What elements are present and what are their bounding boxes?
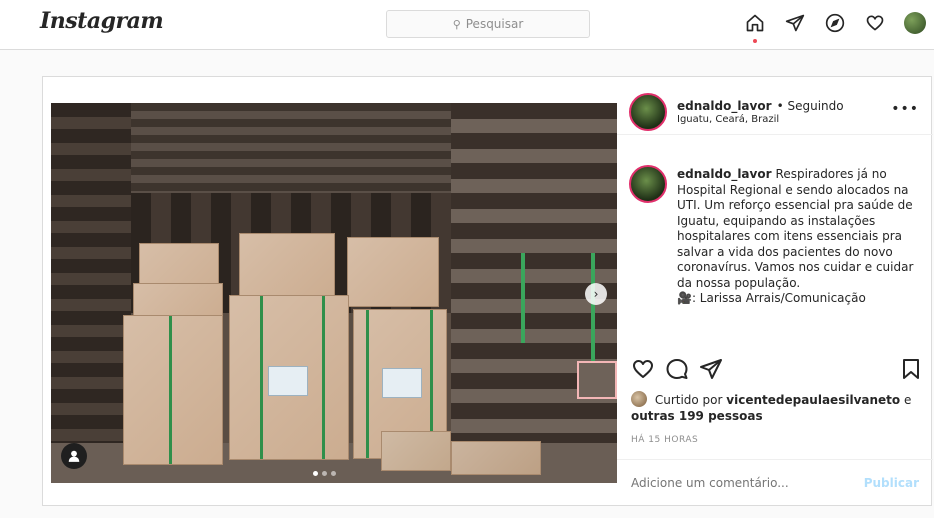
- user-icon: [68, 450, 80, 462]
- caption-section: ednaldo_lavor Respiradores já no Hospital…: [617, 147, 933, 343]
- likes-prefix: Curtido por: [654, 393, 723, 407]
- liker-username[interactable]: vicentedepaulaesilvaneto: [726, 393, 900, 407]
- nav-icons: [744, 12, 926, 43]
- home-icon[interactable]: [744, 12, 766, 43]
- publish-button[interactable]: Publicar: [864, 476, 919, 490]
- caption-avatar[interactable]: [629, 165, 667, 203]
- green-cable: [521, 253, 525, 343]
- post-header: ednaldo_lavor • Seguindo Iguatu, Ceará, …: [617, 87, 933, 135]
- post-caption: ednaldo_lavor Respiradores já no Hospital…: [677, 167, 927, 307]
- direct-icon[interactable]: [784, 12, 806, 34]
- post-timestamp[interactable]: HÁ 15 HORAS: [631, 435, 698, 445]
- carousel-dot: [331, 471, 336, 476]
- author-info: ednaldo_lavor • Seguindo Iguatu, Ceará, …: [677, 95, 844, 125]
- cardboard-box: [229, 295, 349, 460]
- follow-status[interactable]: • Seguindo: [777, 99, 844, 113]
- carousel-dot: [322, 471, 327, 476]
- post-image[interactable]: ›: [51, 103, 617, 483]
- carousel-dot-active: [313, 471, 318, 476]
- carousel-thumbnail[interactable]: [577, 361, 617, 399]
- next-image-button[interactable]: ›: [585, 283, 607, 305]
- instagram-logo[interactable]: Instagram: [40, 8, 164, 34]
- share-icon[interactable]: [699, 357, 723, 381]
- likes-others[interactable]: outras 199 pessoas: [631, 409, 763, 423]
- like-icon[interactable]: [631, 357, 655, 381]
- tagged-users-button[interactable]: [61, 443, 87, 469]
- comment-bar: Publicar: [617, 459, 933, 507]
- truck-left-wall: [51, 103, 131, 483]
- caption-text: Respiradores já no Hospital Regional e s…: [677, 167, 914, 290]
- small-box: [381, 431, 451, 471]
- cardboard-box: [123, 315, 223, 465]
- save-icon[interactable]: [899, 357, 923, 381]
- likes-conjunction: e: [903, 393, 912, 407]
- author-avatar[interactable]: [629, 93, 667, 131]
- comment-input[interactable]: [631, 476, 831, 490]
- cardboard-box: [239, 233, 335, 303]
- caption-credit: 🎥: Larissa Arrais/Comunicação: [677, 291, 866, 305]
- post-card: › ednaldo_lavor • Seguindo Iguatu, Ceará…: [42, 76, 933, 507]
- green-cable: [591, 253, 595, 373]
- active-indicator: [753, 39, 757, 43]
- profile-avatar[interactable]: [904, 12, 926, 34]
- top-navigation: Instagram ⚲ Pesquisar: [0, 0, 934, 50]
- explore-icon[interactable]: [824, 12, 846, 34]
- search-box[interactable]: ⚲ Pesquisar: [386, 10, 590, 38]
- likes-summary: Curtido por vicentedepaulaesilvaneto e o…: [631, 391, 927, 424]
- cardboard-box: [347, 237, 439, 307]
- author-username[interactable]: ednaldo_lavor: [677, 99, 772, 113]
- activity-icon[interactable]: [864, 12, 886, 34]
- post-sidebar: ednaldo_lavor • Seguindo Iguatu, Ceará, …: [617, 77, 933, 507]
- post-actions: [631, 357, 927, 387]
- carousel-indicator: [313, 471, 336, 476]
- search-placeholder: Pesquisar: [465, 17, 524, 31]
- search-icon: ⚲: [452, 17, 461, 31]
- post-location[interactable]: Iguatu, Ceará, Brazil: [677, 114, 844, 125]
- small-box: [451, 441, 541, 475]
- caption-username[interactable]: ednaldo_lavor: [677, 167, 772, 181]
- comment-icon[interactable]: [665, 357, 689, 381]
- liker-avatar[interactable]: [631, 391, 647, 407]
- more-options-icon[interactable]: •••: [891, 101, 919, 117]
